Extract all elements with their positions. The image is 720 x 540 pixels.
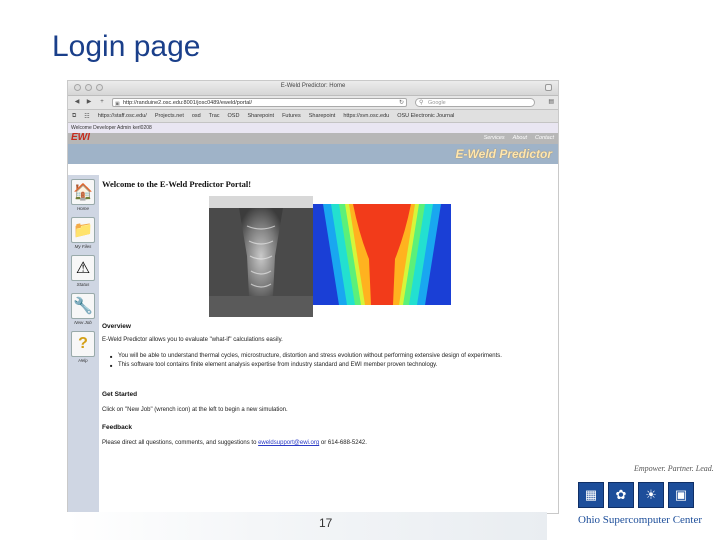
bookmark-item[interactable]: https://staff.osc.edu/ xyxy=(98,113,147,119)
osc-tagline: Empower. Partner. Lead. xyxy=(634,464,714,473)
overview-heading: Overview xyxy=(102,323,131,330)
bookmark-item[interactable]: OSU Electronic Journal xyxy=(397,113,454,119)
welcome-user-text: Welcome Developer Admin kerl0208 xyxy=(68,123,558,133)
feedback-prefix: Please direct all questions, comments, a… xyxy=(102,440,257,446)
list-item: This software tool contains finite eleme… xyxy=(110,362,550,369)
product-name: E-Weld Predictor xyxy=(455,147,552,161)
toolbar-toggle-button[interactable] xyxy=(545,84,552,91)
browser-toolbar: ◀ ▶ + ▣ http://randuine2.osc.edu:8001/jo… xyxy=(68,96,558,110)
nav-link-about[interactable]: About xyxy=(513,135,527,141)
feedback-heading: Feedback xyxy=(102,424,132,431)
site-icon: ▣ xyxy=(115,101,120,107)
back-button[interactable]: ◀ xyxy=(72,98,82,107)
osc-name: Ohio Supercomputer Center xyxy=(578,514,703,526)
bookmark-item[interactable]: Sharepoint xyxy=(247,113,274,119)
list-item: You will be able to understand thermal c… xyxy=(110,353,550,360)
feedback-or: or xyxy=(320,440,327,446)
weld-simulation-image xyxy=(313,204,451,305)
sidebar-item-label: My Files xyxy=(74,244,92,249)
reload-icon[interactable]: ↻ xyxy=(399,99,404,106)
page-content: 🏠 Home 📁 My Files ⚠ Status 🔧 New Job ? H… xyxy=(68,175,558,513)
search-input[interactable]: ⚲ Google xyxy=(415,98,535,107)
slide-page-number: 17 xyxy=(319,516,333,530)
ohio-map-icon: ✿ xyxy=(608,482,634,508)
nav-link-contact[interactable]: Contact xyxy=(535,135,554,141)
browser-window: E-Weld Predictor: Home ◀ ▶ + ▣ http://ra… xyxy=(67,80,559,514)
sidebar-item-label: Status xyxy=(76,282,90,287)
overview-text: E-Weld Predictor allows you to evaluate … xyxy=(102,337,283,343)
chip-icon: ▦ xyxy=(578,482,604,508)
bookmarks-grid-icon[interactable]: ☷ xyxy=(84,113,89,120)
computer-icon: ▣ xyxy=(668,482,694,508)
bookmark-item[interactable]: osd xyxy=(192,113,201,119)
bookmarks-bar: ⧉ ☷ https://staff.osc.edu/ Projects.net … xyxy=(68,110,558,123)
url-text: http://randuine2.osc.edu:8001/josc0489/e… xyxy=(123,100,253,106)
osc-logo-icons: ▦ ✿ ☀ ▣ xyxy=(578,482,694,508)
reading-list-icon[interactable]: ⧉ xyxy=(72,113,76,120)
feature-list: You will be able to understand thermal c… xyxy=(110,353,550,371)
folder-icon: 📁 xyxy=(71,217,95,243)
wrench-icon: 🔧 xyxy=(71,293,95,319)
bookmark-item[interactable]: https://svn.osc.edu xyxy=(343,113,389,119)
support-email-link[interactable]: eweldsupport@ewi.org xyxy=(258,440,319,446)
lightbulb-icon: ☀ xyxy=(638,482,664,508)
url-bar[interactable]: ▣ http://randuine2.osc.edu:8001/josc0489… xyxy=(112,98,407,107)
window-titlebar: E-Weld Predictor: Home xyxy=(68,81,558,96)
help-icon: ? xyxy=(71,331,95,357)
add-bookmark-button[interactable]: + xyxy=(97,98,107,107)
sidebar-item-label: New Job xyxy=(74,320,92,325)
sidebar-item-status[interactable]: ⚠ Status xyxy=(70,255,96,290)
window-title: E-Weld Predictor: Home xyxy=(280,83,346,89)
weld-xray-image xyxy=(209,196,313,317)
bookmark-item[interactable]: Sharepoint xyxy=(309,113,336,119)
ewi-logo: EWI xyxy=(71,132,90,143)
search-placeholder: Google xyxy=(428,100,446,106)
product-banner: E-Weld Predictor xyxy=(68,144,558,164)
forward-button[interactable]: ▶ xyxy=(84,98,94,107)
support-phone: 614-688-5242. xyxy=(327,440,367,446)
sidebar-item-help[interactable]: ? Help xyxy=(70,331,96,366)
feedback-text: Please direct all questions, comments, a… xyxy=(102,440,367,446)
sidebar-item-new-job[interactable]: 🔧 New Job xyxy=(70,293,96,328)
home-icon: 🏠 xyxy=(71,179,95,205)
bookmark-item[interactable]: Futures xyxy=(282,113,301,119)
get-started-heading: Get Started xyxy=(102,391,138,398)
bookmark-item[interactable]: OSD xyxy=(228,113,240,119)
nav-link-services[interactable]: Services xyxy=(484,135,505,141)
bookmark-item[interactable]: Projects.net xyxy=(155,113,184,119)
sidebar: 🏠 Home 📁 My Files ⚠ Status 🔧 New Job ? H… xyxy=(68,175,99,513)
slide-footer-strip xyxy=(67,512,547,540)
site-nav-bar: EWI Services About Contact xyxy=(68,132,558,144)
main-content: Welcome to the E-Weld Predictor Portal! xyxy=(102,175,554,513)
get-started-text: Click on "New Job" (wrench icon) at the … xyxy=(102,407,288,413)
search-icon: ⚲ xyxy=(419,100,424,106)
sidebar-item-home[interactable]: 🏠 Home xyxy=(70,179,96,214)
bookmark-item[interactable]: Trac xyxy=(209,113,220,119)
sidebar-item-my-files[interactable]: 📁 My Files xyxy=(70,217,96,252)
sidebar-item-label: Home xyxy=(76,206,89,211)
sidebar-item-label: Help xyxy=(78,358,88,363)
slide-title: Login page xyxy=(52,30,201,63)
warning-icon: ⚠ xyxy=(71,255,95,281)
page-heading: Welcome to the E-Weld Predictor Portal! xyxy=(102,179,252,189)
page-menu-icon[interactable]: ▤ xyxy=(548,98,554,105)
